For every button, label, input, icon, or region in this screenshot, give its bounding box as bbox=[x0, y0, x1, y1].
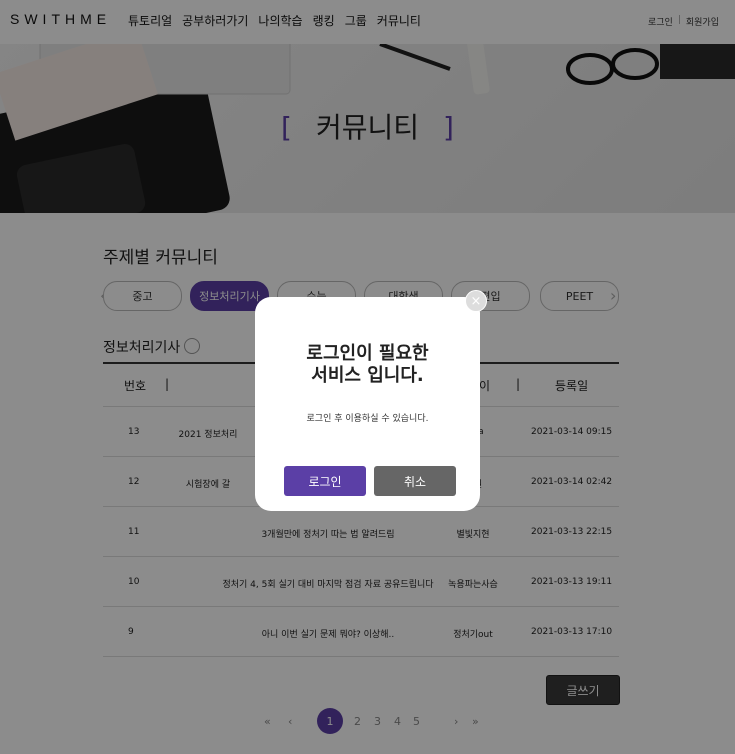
modal-cancel-button[interactable]: 취소 bbox=[374, 466, 456, 496]
modal-message: 로그인 후 이용하실 수 있습니다. bbox=[306, 414, 429, 424]
close-icon[interactable]: × bbox=[465, 290, 487, 312]
modal-title-line2: 서비스 입니다. bbox=[311, 365, 424, 386]
modal-title-line1: 로그인이 필요한 bbox=[306, 343, 429, 364]
login-required-modal: 로그인이 필요한 서비스 입니다. 로그인 후 이용하실 수 있습니다. 로그인… bbox=[255, 297, 480, 511]
modal-login-button[interactable]: 로그인 bbox=[284, 466, 366, 496]
modal-title: 로그인이 필요한 서비스 입니다. bbox=[255, 343, 480, 387]
